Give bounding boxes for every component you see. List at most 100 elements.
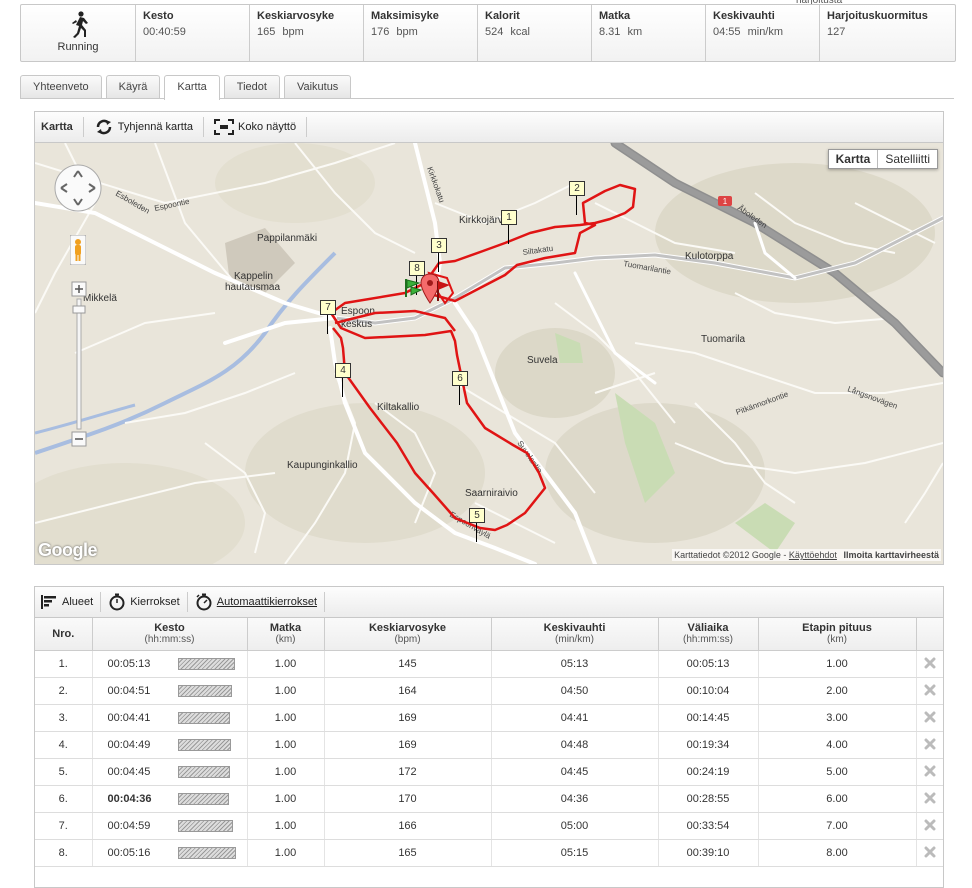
running-icon <box>72 11 88 38</box>
route-map[interactable]: 1 Pappilanmäki Kappelin hautausmaa Kirkk… <box>35 143 943 564</box>
lap-etappi: 7.00 <box>758 812 917 840</box>
table-row[interactable]: 3. 00:04:41 1.00 169 04:41 00:14:45 3.00 <box>35 704 943 732</box>
auto-stopwatch-icon <box>196 593 212 611</box>
lap-nro: 1. <box>35 650 93 678</box>
lap-nro: 4. <box>35 731 93 759</box>
lap-kesto-value: 00:05:16 <box>107 846 151 859</box>
lap-delete[interactable] <box>916 731 943 759</box>
map-type-kartta[interactable]: Kartta <box>829 150 879 168</box>
lap-vauhti: 05:13 <box>491 650 659 678</box>
delete-icon[interactable] <box>924 657 936 669</box>
lap-delete[interactable] <box>916 650 943 678</box>
bars-icon <box>41 595 56 609</box>
map-toolbar: Kartta Tyhjennä kartta Koko näyttö <box>35 112 943 143</box>
lap-duration-bar <box>177 712 230 725</box>
lap-delete[interactable] <box>916 677 943 705</box>
lap-valiaika: 00:19:34 <box>658 731 759 759</box>
clear-map-button[interactable]: Tyhjennä kartta <box>88 118 199 136</box>
delete-icon[interactable] <box>924 846 936 858</box>
lap-etappi: 2.00 <box>758 677 917 705</box>
table-row[interactable]: 5. 00:04:45 1.00 172 04:45 00:24:19 5.00 <box>35 758 943 786</box>
auto-laps-button[interactable]: Automaattikierrokset <box>190 593 322 611</box>
col-nro: Nro. <box>35 618 93 651</box>
lap-etappi: 8.00 <box>758 839 917 867</box>
lap-kesto: 00:04:41 <box>92 704 248 732</box>
lap-matka: 1.00 <box>247 677 325 705</box>
col-keskivauhti: Keskivauhti (min/km) <box>491 618 659 651</box>
lap-delete[interactable] <box>916 704 943 732</box>
map-canvas[interactable]: 1 Pappilanmäki Kappelin hautausmaa Kirkk… <box>35 143 943 564</box>
tab-tiedot[interactable]: Tiedot <box>223 75 280 98</box>
areas-label: Alueet <box>62 596 94 608</box>
lap-valiaika: 00:28:55 <box>658 785 759 813</box>
lap-valiaika: 00:10:04 <box>658 677 759 705</box>
lap-vauhti: 04:45 <box>491 758 659 786</box>
table-row[interactable]: 6. 00:04:36 1.00 170 04:36 00:28:55 6.00 <box>35 785 943 813</box>
stat-kalorit: Kalorit 524 kcal <box>478 5 592 61</box>
delete-icon[interactable] <box>924 819 936 831</box>
lap-duration-bar <box>177 658 235 671</box>
map-type-satelliitti[interactable]: Satelliitti <box>878 150 937 168</box>
col-actions <box>916 618 943 651</box>
label-hautausmaa: hautausmaa <box>225 282 280 293</box>
label-kiltakallio: Kiltakallio <box>377 402 420 413</box>
laps-panel: Alueet Kierrokset Automaattikierrokset N… <box>34 586 944 888</box>
fullscreen-button[interactable]: Koko näyttö <box>208 119 302 135</box>
stat-matka: Matka 8.31 km <box>592 5 706 61</box>
delete-icon[interactable] <box>924 738 936 750</box>
lap-kesto: 00:05:16 <box>92 839 248 867</box>
label-kappelin: Kappelin <box>234 271 273 282</box>
lap-etappi: 5.00 <box>758 758 917 786</box>
laps-button[interactable]: Kierrokset <box>103 593 185 611</box>
table-row[interactable]: 2. 00:04:51 1.00 164 04:50 00:10:04 2.00 <box>35 677 943 705</box>
end-pin-icon[interactable] <box>420 273 454 309</box>
report-error-link[interactable]: Ilmoita karttavirheestä <box>843 550 939 560</box>
stopwatch-icon <box>109 593 125 611</box>
delete-icon[interactable] <box>924 792 936 804</box>
zoom-control[interactable] <box>71 281 89 449</box>
table-row[interactable]: 4. 00:04:49 1.00 169 04:48 00:19:34 4.00 <box>35 731 943 759</box>
lap-duration-bar <box>177 766 230 779</box>
delete-icon[interactable] <box>924 765 936 777</box>
stat-harjoituskuormitus: Harjoituskuormitus 127 <box>827 10 928 38</box>
lap-syke: 165 <box>324 839 492 867</box>
pegman-icon[interactable] <box>70 235 86 265</box>
pan-control[interactable] <box>53 163 103 213</box>
lap-vauhti: 04:36 <box>491 785 659 813</box>
lap-delete[interactable] <box>916 758 943 786</box>
label-suvela: Suvela <box>527 355 558 366</box>
tab-yhteenveto[interactable]: Yhteenveto <box>20 75 102 98</box>
lap-syke: 169 <box>324 731 492 759</box>
lap-vauhti: 04:50 <box>491 677 659 705</box>
lap-etappi: 1.00 <box>758 650 917 678</box>
lap-valiaika: 00:14:45 <box>658 704 759 732</box>
lap-duration-bar <box>177 847 236 860</box>
lap-matka: 1.00 <box>247 812 325 840</box>
lap-delete[interactable] <box>916 839 943 867</box>
lap-kesto-value: 00:04:51 <box>107 684 151 697</box>
lap-kesto: 00:04:36 <box>92 785 248 813</box>
terms-link[interactable]: Käyttöehdot <box>789 550 837 560</box>
lap-delete[interactable] <box>916 785 943 813</box>
label-kaupunginkallio: Kaupunginkallio <box>287 460 358 471</box>
tab-kayra[interactable]: Käyrä <box>105 75 161 98</box>
lap-delete[interactable] <box>916 812 943 840</box>
table-row[interactable]: 7. 00:04:59 1.00 166 05:00 00:33:54 7.00 <box>35 812 943 840</box>
lap-etappi: 3.00 <box>758 704 917 732</box>
lap-duration-bar <box>177 739 231 752</box>
table-row[interactable]: 8. 00:05:16 1.00 165 05:15 00:39:10 8.00 <box>35 839 943 867</box>
lap-kesto-value: 00:04:49 <box>107 738 151 751</box>
col-matka: Matka (km) <box>247 618 325 651</box>
sport-cell: Running <box>21 5 136 61</box>
lap-kesto: 00:04:49 <box>92 731 248 759</box>
delete-icon[interactable] <box>924 711 936 723</box>
lap-matka: 1.00 <box>247 758 325 786</box>
view-tabs: Yhteenveto Käyrä Kartta Tiedot Vaikutus <box>20 75 355 100</box>
table-row[interactable]: 1. 00:05:13 1.00 145 05:13 00:05:13 1.00 <box>35 650 943 678</box>
delete-icon[interactable] <box>924 684 936 696</box>
areas-button[interactable]: Alueet <box>35 594 98 610</box>
lap-matka: 1.00 <box>247 785 325 813</box>
tab-vaikutus[interactable]: Vaikutus <box>283 75 352 98</box>
lap-nro: 3. <box>35 704 93 732</box>
tab-kartta[interactable]: Kartta <box>164 75 220 100</box>
